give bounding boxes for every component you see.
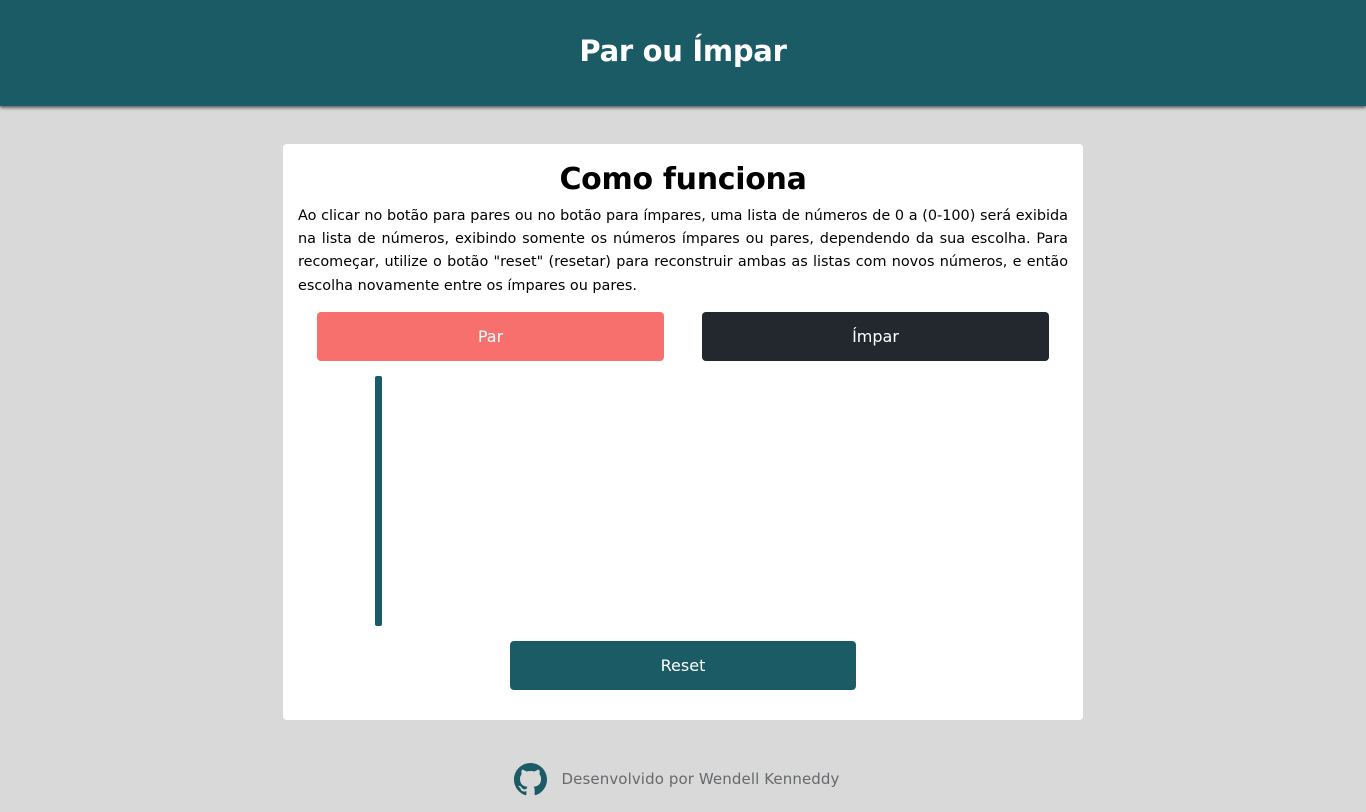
par-button[interactable]: Par [317, 312, 664, 361]
footer: Desenvolvido por Wendell Kenneddy [0, 762, 1366, 796]
how-it-works-card: Como funciona Ao clicar no botão para pa… [283, 144, 1083, 720]
reset-button[interactable]: Reset [510, 641, 856, 690]
footer-credit[interactable]: Desenvolvido por Wendell Kenneddy [561, 770, 839, 788]
app-title: Par ou Ímpar [579, 34, 787, 68]
impar-button[interactable]: Ímpar [702, 312, 1049, 361]
card-description: Ao clicar no botão para pares ou no botã… [298, 208, 1068, 294]
numbers-list [382, 376, 992, 626]
github-icon[interactable] [514, 762, 548, 796]
card-title: Como funciona [559, 162, 807, 197]
app-header: Par ou Ímpar [0, 0, 1366, 106]
numbers-list-accent-bar [375, 376, 382, 626]
